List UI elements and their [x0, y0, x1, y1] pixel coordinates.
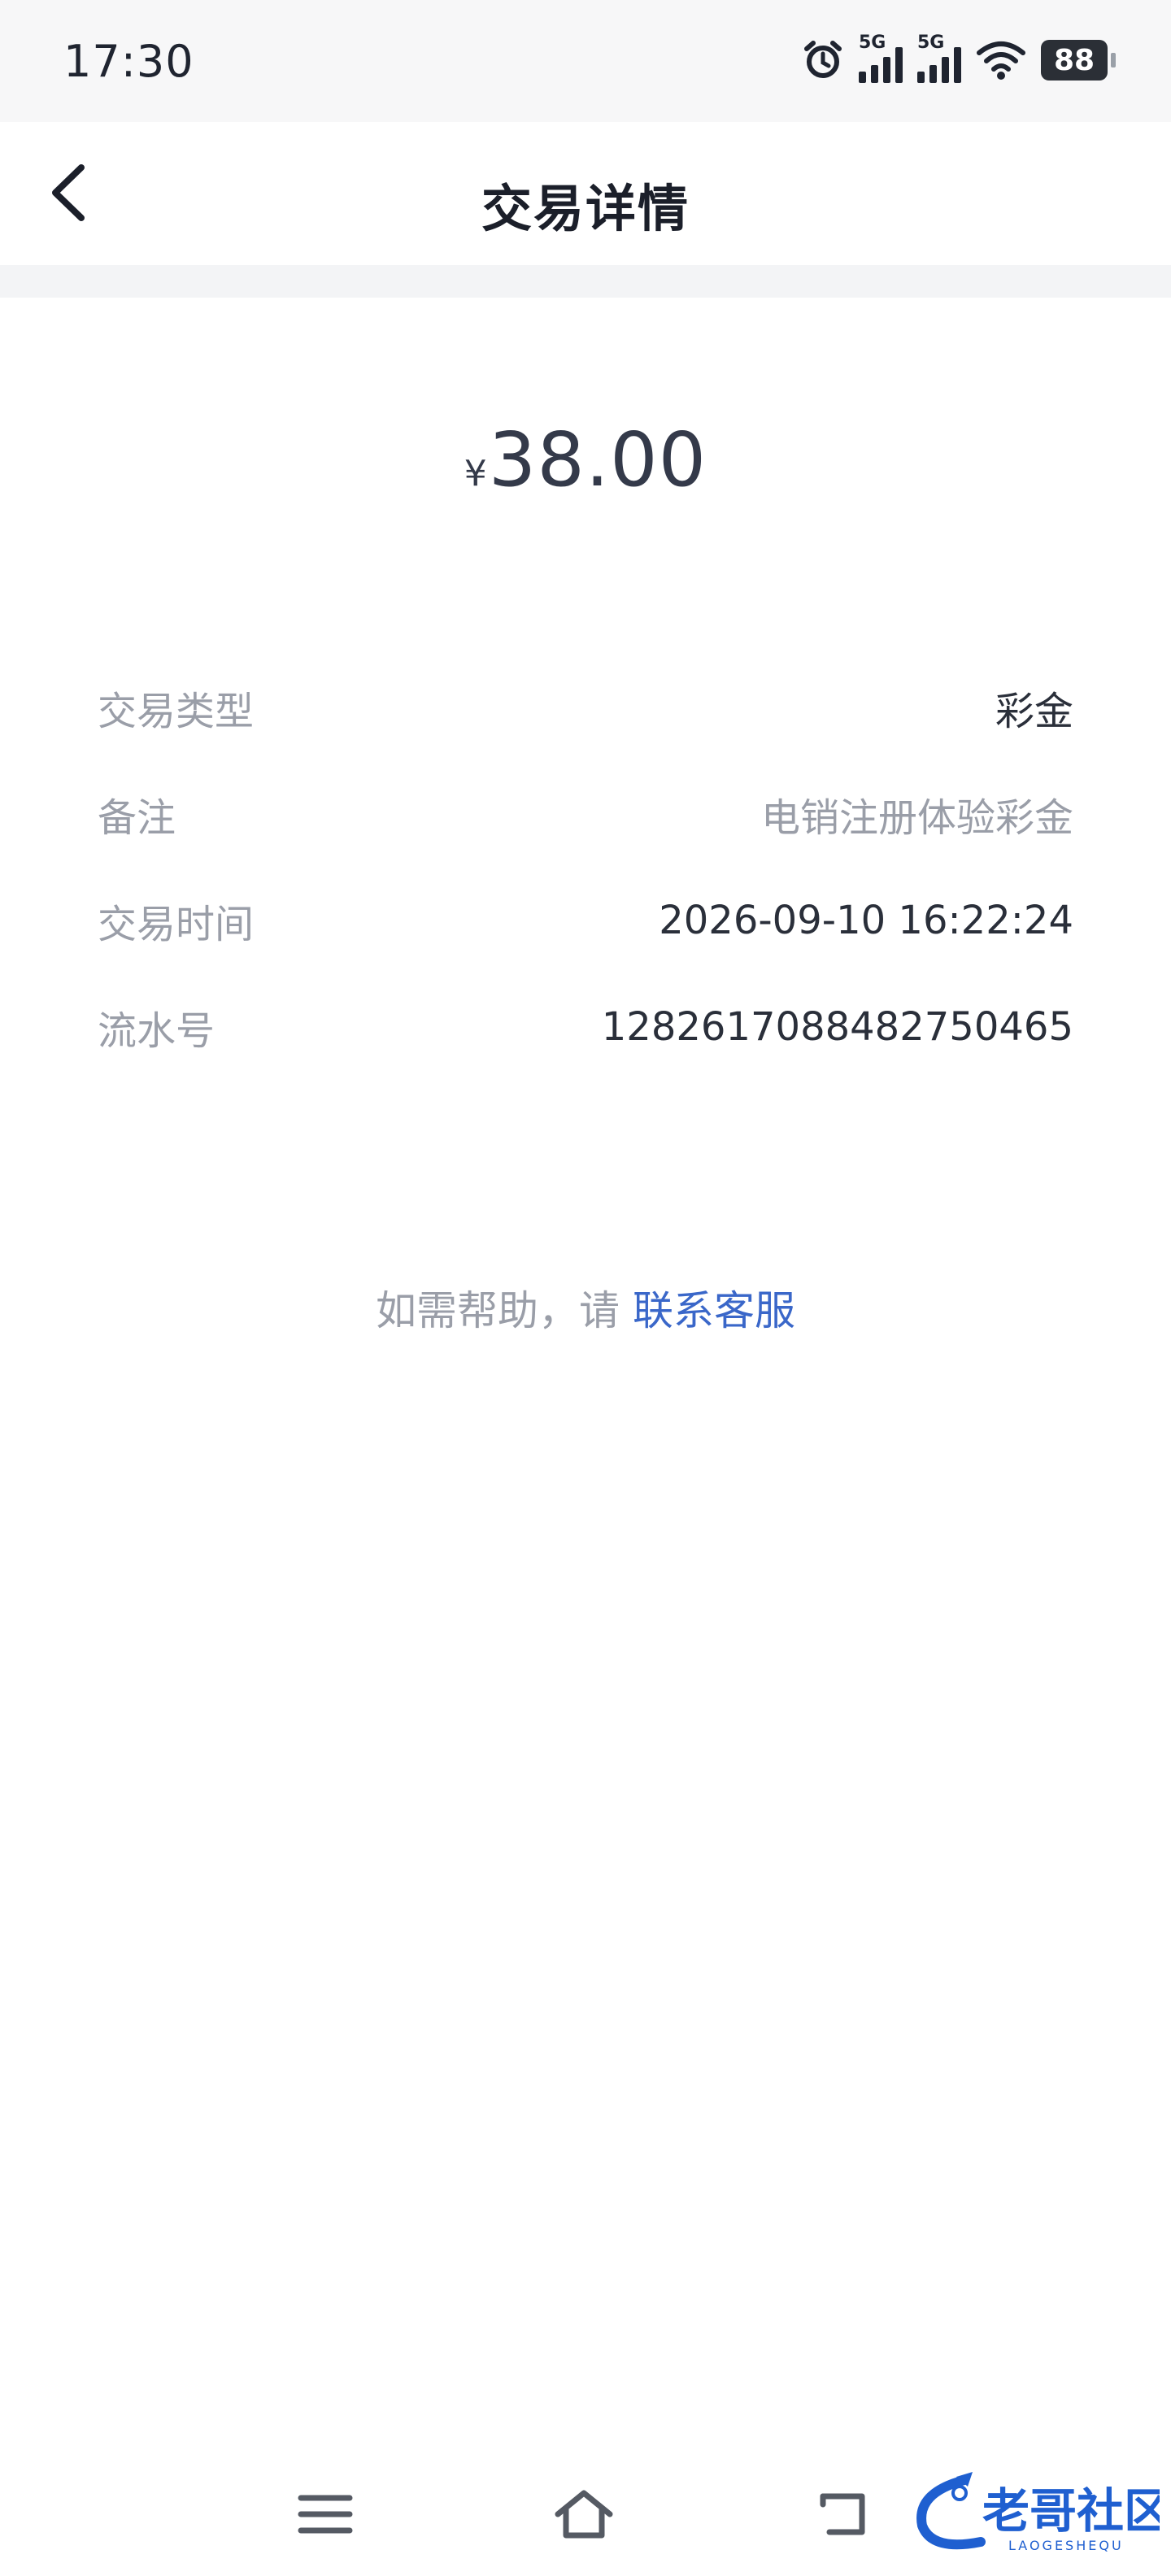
detail-row-remark: 备注 电销注册体验彩金: [98, 760, 1073, 867]
currency-symbol: ¥: [464, 453, 487, 494]
back-nav-button[interactable]: [812, 2482, 877, 2547]
detail-label: 交易类型: [98, 688, 255, 734]
watermark-logo: 老哥社区 LAOGESHEQU: [916, 2472, 1160, 2553]
wifi-icon: [977, 41, 1025, 80]
header-divider: [0, 265, 1171, 298]
detail-row-serial: 流水号 1282617088482750465: [98, 973, 1073, 1080]
battery-indicator: 88: [1041, 40, 1116, 80]
signal-label: 5G: [859, 33, 886, 53]
transaction-amount: ¥38.00: [0, 416, 1171, 503]
header: 交易详情: [0, 122, 1171, 265]
detail-value: 1282617088482750465: [601, 1003, 1073, 1050]
contact-support-link[interactable]: 联系客服: [633, 1287, 795, 1334]
status-time: 17:30: [63, 36, 194, 87]
detail-row-time: 交易时间 2026-09-10 16:22:24: [98, 867, 1073, 973]
status-bar: 17:30 5G 5G 88: [0, 0, 1171, 122]
detail-row-type: 交易类型 彩金: [98, 654, 1073, 760]
back-arrow-icon: [820, 2493, 865, 2535]
signal-strength-icon: 5G: [859, 33, 903, 83]
help-text: 如需帮助，请 联系客服: [0, 1278, 1171, 1337]
detail-value: 2026-09-10 16:22:24: [659, 897, 1073, 943]
detail-value: 彩金: [995, 688, 1073, 734]
detail-label: 流水号: [98, 1007, 215, 1054]
status-icons: 5G 5G 88: [802, 33, 1116, 85]
help-prefix: 如需帮助，请: [376, 1287, 633, 1334]
watermark-subtext: LAOGESHEQU: [1008, 2538, 1124, 2553]
home-button[interactable]: [551, 2482, 616, 2547]
menu-button[interactable]: [293, 2482, 358, 2547]
home-icon: [555, 2490, 613, 2539]
signal-strength-icon: 5G: [917, 33, 961, 83]
page-title: 交易详情: [481, 179, 690, 238]
amount-value: 38.00: [488, 416, 707, 503]
alarm-icon: [804, 41, 842, 78]
detail-value: 电销注册体验彩金: [760, 794, 1073, 841]
detail-label: 交易时间: [98, 901, 255, 947]
detail-label: 备注: [98, 794, 176, 841]
menu-icon: [298, 2495, 353, 2534]
watermark-text: 老哥社区: [982, 2483, 1160, 2539]
detail-list: 交易类型 彩金 备注 电销注册体验彩金 交易时间 2026-09-10 16:2…: [98, 654, 1073, 1080]
signal-label: 5G: [917, 33, 945, 53]
